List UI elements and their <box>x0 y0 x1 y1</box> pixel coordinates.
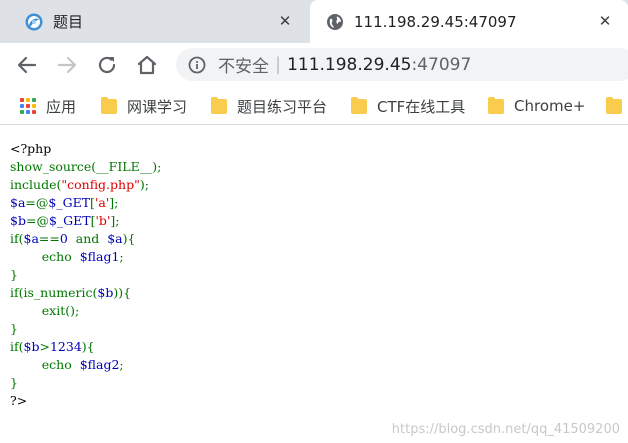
bookmark-label: Chrome+ <box>514 97 586 115</box>
info-icon[interactable] <box>188 56 206 74</box>
code-token: exit(); <box>10 303 80 318</box>
code-token: 1234 <box>49 339 82 354</box>
bookmark-label: 网课学习 <box>127 97 188 116</box>
code-token: } <box>10 375 18 390</box>
folder-icon <box>211 97 227 115</box>
code-token: $a <box>107 231 123 246</box>
code-line: echo $flag1; <box>10 248 620 266</box>
globe-icon <box>326 13 344 31</box>
code-line: show_source(__FILE__); <box>10 158 620 176</box>
folder-icon <box>488 97 504 115</box>
code-token: $a <box>10 195 26 210</box>
close-tab-icon[interactable]: ✕ <box>596 12 614 30</box>
arrow-right-icon[interactable] <box>55 53 79 77</box>
url-host[interactable]: 111.198.29.45 <box>287 55 411 75</box>
code-token: ?> <box>10 393 28 408</box>
ctf-favicon-icon <box>25 13 43 31</box>
code-token: ]; <box>110 213 120 228</box>
code-token: ){ <box>122 231 136 246</box>
code-line: } <box>10 374 620 392</box>
code-token: echo <box>10 357 80 372</box>
code-token: } <box>10 321 18 336</box>
code-token: } <box>10 267 18 282</box>
code-line: ?> <box>10 392 620 410</box>
code-token: $flag2 <box>79 357 120 372</box>
bookmark-folder[interactable]: 题目练习平台 <box>211 95 327 117</box>
bookmark-folder[interactable]: Chrome+ <box>488 95 585 117</box>
bookmark-label: 题目练习平台 <box>237 97 328 116</box>
tab-title: 111.198.29.45:47097 <box>354 12 517 31</box>
php-source-code: <?php show_source(__FILE__); include("conf… <box>10 140 620 410</box>
browser-toolbar: 不安全 | 111.198.29.45:47097 <box>0 43 628 86</box>
arrow-left-icon[interactable] <box>15 53 39 77</box>
apps-grid-icon <box>20 98 36 114</box>
code-line: $b=@$_GET['b']; <box>10 212 620 230</box>
url-port[interactable]: :47097 <box>411 55 471 75</box>
code-token: =@ <box>25 195 49 210</box>
code-token: $flag1 <box>79 249 120 264</box>
code-token: == <box>38 231 60 246</box>
address-bar[interactable]: 不安全 | 111.198.29.45:47097 <box>176 48 628 81</box>
code-token: )){ <box>113 285 132 300</box>
code-token: > <box>39 339 50 354</box>
code-line: if(is_numeric($b)){ <box>10 284 620 302</box>
close-tab-icon[interactable]: ✕ <box>276 12 294 30</box>
code-token: 0 <box>59 231 76 246</box>
bookmarks-bar: 应用 网课学习 题目练习平台 CTF在线工具 Chrome+ <box>0 86 628 125</box>
security-label[interactable]: 不安全 <box>218 52 269 77</box>
code-token: <?php <box>10 141 52 156</box>
code-token: ); <box>139 177 149 192</box>
code-token: show_source(__FILE__); <box>10 159 162 174</box>
code-token: $a <box>23 231 39 246</box>
bookmark-label: CTF在线工具 <box>377 97 466 116</box>
code-line: } <box>10 266 620 284</box>
bookmark-label: 应用 <box>46 97 77 116</box>
code-token: include( <box>10 177 62 192</box>
code-line: if($b>1234){ <box>10 338 620 356</box>
code-token: ; <box>119 249 124 264</box>
code-token: 'a' <box>94 195 110 210</box>
url-separator: | <box>275 54 282 75</box>
code-line: } <box>10 320 620 338</box>
tab-title: 题目 <box>53 13 84 31</box>
code-token: ; <box>119 357 124 372</box>
code-line: include("config.php"); <box>10 176 620 194</box>
bookmark-folder[interactable]: CTF在线工具 <box>351 95 465 117</box>
home-icon[interactable] <box>135 53 159 77</box>
bookmark-apps[interactable]: 应用 <box>20 95 76 117</box>
code-token: 'b' <box>95 213 111 228</box>
bookmark-folder-partial[interactable] <box>606 95 622 117</box>
code-token: if( <box>10 231 24 246</box>
code-token: $b <box>97 285 114 300</box>
code-token: $_GET <box>48 213 91 228</box>
code-token: ){ <box>81 339 95 354</box>
code-line: exit(); <box>10 302 620 320</box>
folder-icon <box>101 97 117 115</box>
tab-inactive[interactable]: 题目 ✕ <box>0 0 308 43</box>
code-line: <?php <box>10 140 620 158</box>
code-token: echo <box>10 249 80 264</box>
watermark: https://blog.csdn.net/qq_41509200 <box>391 422 620 437</box>
code-token: "config.php" <box>61 177 140 192</box>
code-token: $_GET <box>48 195 91 210</box>
code-token: if( <box>10 339 24 354</box>
code-token: and <box>75 231 108 246</box>
folder-icon <box>351 97 367 115</box>
code-line: echo $flag2; <box>10 356 620 374</box>
bookmark-folder[interactable]: 网课学习 <box>101 95 187 117</box>
code-token: if(is_numeric( <box>10 285 98 300</box>
tab-active[interactable]: 111.198.29.45:47097 ✕ <box>310 0 628 43</box>
code-token: =@ <box>25 213 49 228</box>
code-line: $a=@$_GET['a']; <box>10 194 620 212</box>
reload-icon[interactable] <box>95 53 119 77</box>
folder-icon <box>606 97 622 115</box>
tab-strip: 题目 ✕ 111.198.29.45:47097 ✕ <box>0 0 628 43</box>
code-token: $b <box>10 213 26 228</box>
code-token: ]; <box>109 195 119 210</box>
code-token: $b <box>23 339 40 354</box>
code-line: if($a==0 and $a){ <box>10 230 620 248</box>
page-content: <?php show_source(__FILE__); include("conf… <box>10 140 620 430</box>
